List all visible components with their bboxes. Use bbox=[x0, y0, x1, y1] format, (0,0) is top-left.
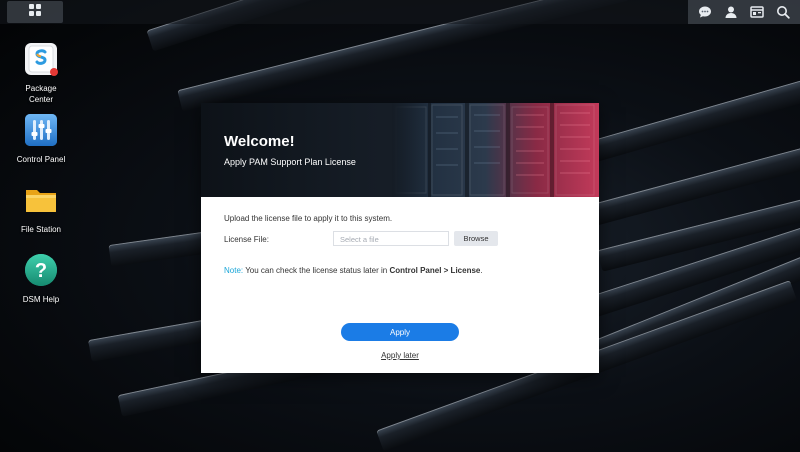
desktop-shortcut-label: Control Panel bbox=[16, 155, 66, 164]
note-body: You can check the license status later i… bbox=[243, 266, 390, 275]
system-tray bbox=[688, 0, 800, 24]
intro-text: Upload the license file to apply it to t… bbox=[224, 214, 393, 223]
dialog-header: Welcome! Apply PAM Support Plan License bbox=[201, 103, 599, 197]
main-menu-button[interactable] bbox=[7, 1, 63, 23]
svg-text:?: ? bbox=[35, 260, 47, 282]
widgets-icon[interactable] bbox=[747, 2, 767, 22]
desktop-shortcut-label: File Station bbox=[20, 225, 62, 234]
user-icon[interactable] bbox=[721, 2, 741, 22]
dialog-title: Welcome! bbox=[224, 133, 295, 150]
license-file-input[interactable]: Select a file bbox=[333, 231, 449, 246]
dialog-body: Upload the license file to apply it to t… bbox=[201, 197, 599, 373]
desktop-shortcut-label: DSM Help bbox=[22, 295, 60, 304]
apply-button[interactable]: Apply bbox=[341, 323, 459, 341]
search-icon[interactable] bbox=[773, 2, 793, 22]
dsm-help-icon: ? bbox=[23, 252, 59, 288]
package-center-icon bbox=[23, 41, 59, 77]
note-path: Control Panel > License bbox=[389, 266, 481, 275]
desktop-shortcut-label: Package Center bbox=[25, 84, 57, 104]
chat-icon[interactable] bbox=[695, 2, 715, 22]
desktop-shortcut-dsm-help[interactable]: ? DSM Help bbox=[1, 252, 81, 305]
desktop-shortcut-file-station[interactable]: File Station bbox=[1, 182, 81, 235]
apply-later-link[interactable]: Apply later bbox=[201, 351, 599, 360]
apply-later-label: Apply later bbox=[381, 351, 419, 360]
taskbar bbox=[0, 0, 800, 24]
desktop-shortcut-package-center[interactable]: Package Center bbox=[1, 41, 81, 105]
server-rack-image bbox=[392, 103, 599, 197]
file-station-icon bbox=[23, 182, 59, 218]
control-panel-icon bbox=[23, 112, 59, 148]
dialog-subtitle: Apply PAM Support Plan License bbox=[224, 157, 356, 167]
desktop-shortcut-control-panel[interactable]: Control Panel bbox=[1, 112, 81, 165]
license-file-label: License File: bbox=[224, 235, 269, 244]
note-text: Note: You can check the license status l… bbox=[224, 266, 483, 275]
note-end: . bbox=[480, 266, 483, 275]
note-key: Note: bbox=[224, 266, 244, 275]
welcome-dialog: Welcome! Apply PAM Support Plan License … bbox=[201, 103, 599, 373]
grid-icon bbox=[29, 3, 41, 21]
browse-button[interactable]: Browse bbox=[454, 231, 498, 246]
